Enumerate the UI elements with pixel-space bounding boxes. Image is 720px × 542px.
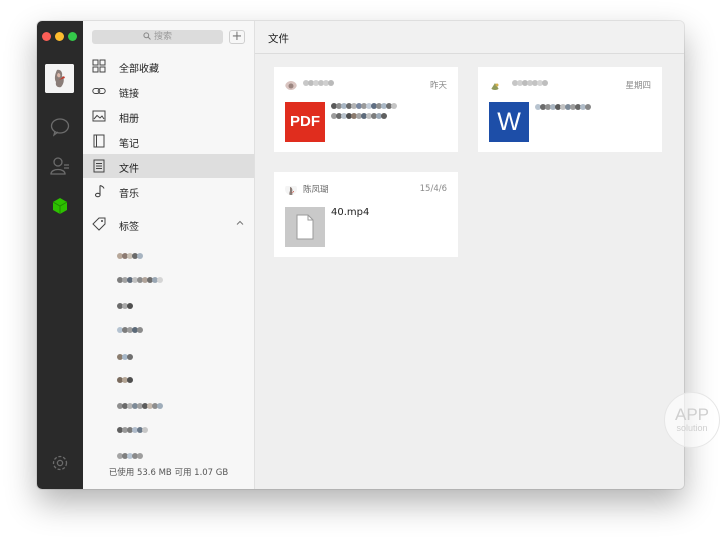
nav-label-tags: 标签 <box>119 222 139 233</box>
card-date: 昨天 <box>429 81 447 91</box>
main-header: 文件 <box>255 21 684 54</box>
pdf-icon: PDF <box>285 102 325 142</box>
tag-item[interactable] <box>117 295 133 309</box>
word-icon: W <box>489 102 529 142</box>
sender-name-blurred <box>303 78 334 88</box>
nav-label-music: 音乐 <box>119 189 139 200</box>
contacts-icon[interactable] <box>49 155 71 177</box>
zoom-window-button[interactable] <box>68 32 77 41</box>
tag-item[interactable] <box>117 419 148 433</box>
document-icon <box>92 159 106 173</box>
tag-item[interactable] <box>117 346 133 360</box>
file-card[interactable]: 陈凤瑚 15/4/6 40.mp4 <box>274 172 458 257</box>
main-content: 文件 昨天 PDF 星期四 W 陈凤瑚 15/4/6 40.mp4 <box>255 21 684 489</box>
tag-item[interactable] <box>117 245 143 259</box>
tag-item[interactable] <box>117 369 133 383</box>
pdf-icon-label: PDF <box>285 102 325 142</box>
file-name-blurred <box>331 102 451 122</box>
favorites-sidebar: 搜索 + 全部收藏 链接 相册 笔记 文件 音乐 标签 已使用 53.6 MB … <box>83 21 255 489</box>
nav-label-links: 链接 <box>119 89 139 100</box>
tag-icon <box>92 217 106 231</box>
nav-item-files[interactable]: 文件 <box>83 154 254 178</box>
settings-gear-icon[interactable] <box>49 452 71 474</box>
tag-item[interactable] <box>117 445 143 459</box>
sender-avatar <box>489 78 501 90</box>
card-date: 15/4/6 <box>419 184 447 194</box>
music-note-icon <box>92 184 106 198</box>
icon-rail <box>37 21 83 489</box>
nav-item-all[interactable]: 全部收藏 <box>83 54 254 78</box>
file-card[interactable]: 昨天 PDF <box>274 67 458 152</box>
file-name: 40.mp4 <box>331 207 370 218</box>
tag-item[interactable] <box>117 319 143 333</box>
image-icon <box>92 109 106 123</box>
nav-item-photos[interactable]: 相册 <box>83 104 254 128</box>
nav-item-music[interactable]: 音乐 <box>83 179 254 203</box>
sender-avatar <box>285 78 297 90</box>
tag-item[interactable] <box>117 269 163 283</box>
storage-usage: 已使用 53.6 MB 可用 1.07 GB <box>108 468 229 478</box>
tag-item[interactable] <box>117 395 163 409</box>
nav-item-tags[interactable]: 标签 <box>83 212 254 236</box>
chat-icon[interactable] <box>49 116 71 138</box>
grid-icon <box>92 59 106 73</box>
sender-name-blurred <box>512 78 548 88</box>
nav-item-notes[interactable]: 笔记 <box>83 129 254 153</box>
close-window-button[interactable] <box>42 32 51 41</box>
add-button[interactable]: + <box>229 30 245 44</box>
minimize-window-button[interactable] <box>55 32 64 41</box>
search-placeholder: 搜索 <box>153 32 172 42</box>
chevron-up-icon[interactable] <box>235 218 245 231</box>
file-name-blurred <box>535 102 591 113</box>
card-date: 星期四 <box>625 81 651 91</box>
nav-label-photos: 相册 <box>119 114 139 125</box>
search-icon <box>143 32 151 40</box>
page-title: 文件 <box>268 33 289 45</box>
notebook-icon <box>92 134 106 148</box>
favorites-cube-icon[interactable] <box>49 195 71 217</box>
app-window: 搜索 + 全部收藏 链接 相册 笔记 文件 音乐 标签 已使用 53.6 MB … <box>37 21 684 489</box>
nav-item-links[interactable]: 链接 <box>83 79 254 103</box>
word-icon-label: W <box>489 102 529 142</box>
search-input[interactable]: 搜索 <box>92 30 223 44</box>
sender-avatar <box>285 183 297 195</box>
generic-file-icon <box>285 207 325 247</box>
link-icon <box>92 84 106 98</box>
watermark-line2: solution <box>676 423 708 433</box>
sender-name: 陈凤瑚 <box>303 185 329 195</box>
watermark-line1: APP <box>674 405 710 424</box>
user-avatar[interactable] <box>45 64 74 93</box>
nav-label-all: 全部收藏 <box>119 64 159 75</box>
file-card[interactable]: 星期四 W <box>478 67 662 152</box>
nav-label-notes: 笔记 <box>119 139 139 150</box>
nav-label-files: 文件 <box>119 164 139 175</box>
app-solution-watermark: APP solution <box>664 392 720 448</box>
